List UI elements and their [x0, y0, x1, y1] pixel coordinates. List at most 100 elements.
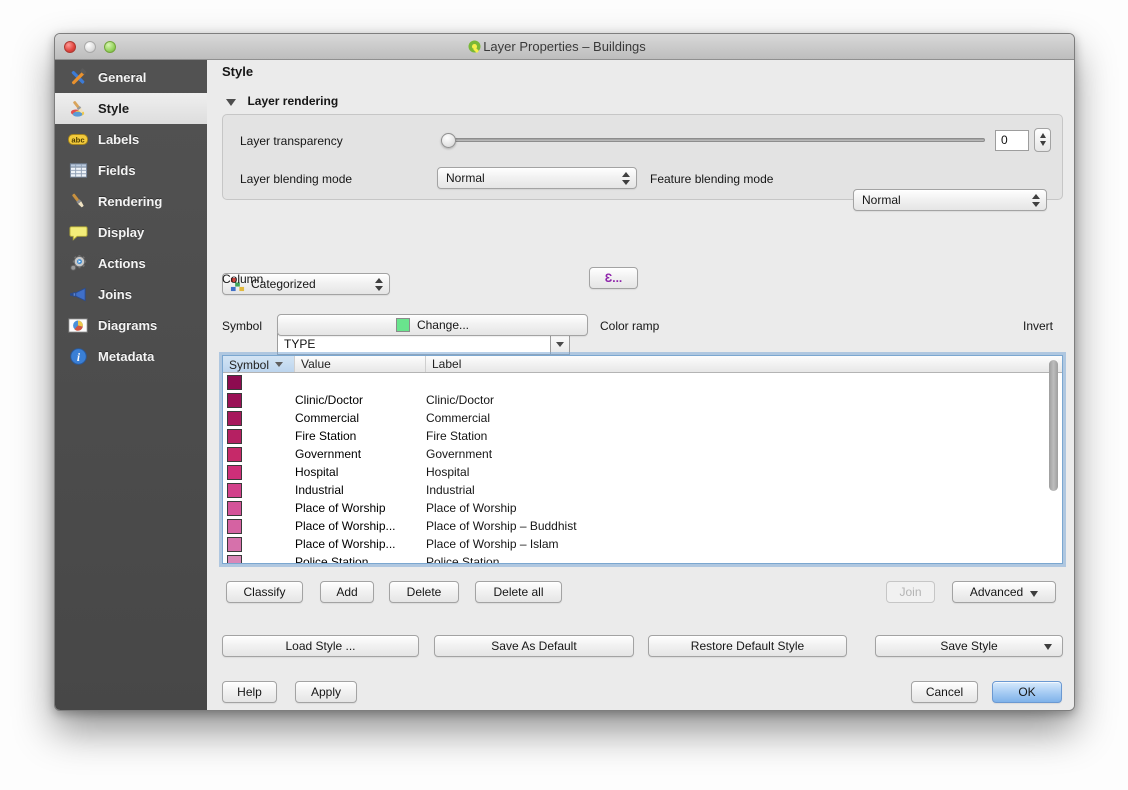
transparency-value-field[interactable]: 0	[995, 130, 1029, 151]
table-row[interactable]: CommercialCommercial	[223, 409, 1062, 427]
join-button[interactable]: Join	[886, 581, 935, 603]
category-value[interactable]: Government	[295, 447, 426, 461]
table-row[interactable]: GovernmentGovernment	[223, 445, 1062, 463]
menu-arrow-icon	[1030, 591, 1038, 597]
table-row[interactable]: HospitalHospital	[223, 463, 1062, 481]
category-symbol-swatch[interactable]	[227, 501, 242, 516]
category-label[interactable]: Hospital	[426, 465, 1062, 479]
transparency-slider-track[interactable]	[441, 138, 985, 142]
category-label[interactable]: Place of Worship – Buddhist	[426, 519, 1062, 533]
column-combobox[interactable]: TYPE	[277, 333, 570, 355]
sidebar-item-label: Display	[98, 225, 144, 240]
delete-all-button[interactable]: Delete all	[475, 581, 562, 603]
page-title: Style	[222, 64, 253, 79]
column-header-value[interactable]: Value	[295, 356, 426, 372]
delete-button[interactable]: Delete	[389, 581, 459, 603]
feature-blending-dropdown[interactable]: Normal	[853, 189, 1047, 211]
category-symbol-swatch[interactable]	[227, 393, 242, 408]
help-button[interactable]: Help	[222, 681, 277, 703]
sidebar-item-labels[interactable]: abc Labels	[55, 124, 207, 155]
table-row[interactable]: IndustrialIndustrial	[223, 481, 1062, 499]
cancel-button[interactable]: Cancel	[911, 681, 978, 703]
sidebar-item-rendering[interactable]: Rendering	[55, 186, 207, 217]
apply-button[interactable]: Apply	[295, 681, 357, 703]
titlebar: Layer Properties – Buildings	[55, 34, 1074, 60]
symbol-change-button[interactable]: Change...	[277, 314, 588, 336]
stepper-arrows-icon	[622, 172, 630, 185]
category-value[interactable]: Hospital	[295, 465, 426, 479]
table-scrollbar[interactable]	[1049, 360, 1058, 491]
category-value[interactable]: Fire Station	[295, 429, 426, 443]
expression-button[interactable]: Ɛ...	[589, 267, 638, 289]
category-value[interactable]: Police Station	[295, 555, 426, 564]
transparency-slider-handle[interactable]	[441, 133, 456, 148]
invert-label: Invert	[1023, 319, 1053, 333]
layer-blending-dropdown[interactable]: Normal	[437, 167, 637, 189]
category-value[interactable]: Place of Worship...	[295, 537, 426, 551]
category-symbol-swatch[interactable]	[227, 465, 242, 480]
category-label[interactable]: Government	[426, 447, 1062, 461]
layer-properties-window: Layer Properties – Buildings General Sty…	[54, 33, 1075, 711]
add-button[interactable]: Add	[320, 581, 374, 603]
sidebar-item-general[interactable]: General	[55, 62, 207, 93]
save-as-default-button[interactable]: Save As Default	[434, 635, 634, 657]
sidebar-item-metadata[interactable]: i Metadata	[55, 341, 207, 372]
table-row[interactable]: Fire StationFire Station	[223, 427, 1062, 445]
layer-rendering-header[interactable]: Layer rendering	[226, 92, 338, 110]
combo-arrow-icon[interactable]	[550, 334, 569, 354]
table-icon	[68, 161, 88, 181]
sidebar-item-diagrams[interactable]: Diagrams	[55, 310, 207, 341]
transparency-label: Layer transparency	[240, 134, 343, 148]
table-row[interactable]	[223, 373, 1062, 391]
category-label[interactable]: Fire Station	[426, 429, 1062, 443]
sidebar-item-label: Joins	[98, 287, 132, 302]
category-symbol-swatch[interactable]	[227, 519, 242, 534]
table-row[interactable]: Police StationPolice Station	[223, 553, 1062, 564]
collapse-triangle-icon	[226, 99, 236, 106]
category-label[interactable]: Commercial	[426, 411, 1062, 425]
category-label[interactable]: Place of Worship	[426, 501, 1062, 515]
column-value: TYPE	[284, 337, 315, 351]
category-label[interactable]: Clinic/Doctor	[426, 393, 1062, 407]
category-symbol-swatch[interactable]	[227, 429, 242, 444]
sidebar-item-joins[interactable]: Joins	[55, 279, 207, 310]
category-value[interactable]: Industrial	[295, 483, 426, 497]
table-row[interactable]: Place of WorshipPlace of Worship	[223, 499, 1062, 517]
sidebar-item-label: General	[98, 70, 146, 85]
info-icon: i	[68, 347, 88, 367]
pie-chart-icon	[68, 316, 88, 336]
advanced-button[interactable]: Advanced	[952, 581, 1056, 603]
category-label[interactable]: Industrial	[426, 483, 1062, 497]
column-header-label[interactable]: Label	[426, 356, 1062, 372]
table-row[interactable]: Place of Worship...Place of Worship – Is…	[223, 535, 1062, 553]
category-value[interactable]: Clinic/Doctor	[295, 393, 426, 407]
table-row[interactable]: Place of Worship...Place of Worship – Bu…	[223, 517, 1062, 535]
ok-button[interactable]: OK	[992, 681, 1062, 703]
classify-button[interactable]: Classify	[226, 581, 303, 603]
feature-blending-label: Feature blending mode	[650, 172, 773, 186]
category-symbol-swatch[interactable]	[227, 447, 242, 462]
category-symbol-swatch[interactable]	[227, 483, 242, 498]
category-value[interactable]: Commercial	[295, 411, 426, 425]
load-style-button[interactable]: Load Style ...	[222, 635, 419, 657]
category-symbol-swatch[interactable]	[227, 375, 242, 390]
category-label[interactable]: Police Station	[426, 555, 1062, 564]
save-style-button[interactable]: Save Style	[875, 635, 1063, 657]
transparency-spinner[interactable]	[1034, 128, 1051, 152]
category-symbol-swatch[interactable]	[227, 411, 242, 426]
sidebar: General Style abc Labels Fields Renderin…	[55, 60, 207, 710]
table-row[interactable]: Clinic/DoctorClinic/Doctor	[223, 391, 1062, 409]
sidebar-item-display[interactable]: Display	[55, 217, 207, 248]
sort-descending-icon	[275, 362, 283, 367]
category-label[interactable]: Place of Worship – Islam	[426, 537, 1062, 551]
sidebar-item-actions[interactable]: Actions	[55, 248, 207, 279]
sidebar-item-fields[interactable]: Fields	[55, 155, 207, 186]
restore-default-style-button[interactable]: Restore Default Style	[648, 635, 847, 657]
category-symbol-swatch[interactable]	[227, 537, 242, 552]
column-header-symbol[interactable]: Symbol	[223, 356, 295, 372]
category-symbol-swatch[interactable]	[227, 555, 242, 565]
sidebar-item-style[interactable]: Style	[55, 93, 207, 124]
category-value[interactable]: Place of Worship...	[295, 519, 426, 533]
paintbrush-icon	[68, 99, 88, 119]
category-value[interactable]: Place of Worship	[295, 501, 426, 515]
